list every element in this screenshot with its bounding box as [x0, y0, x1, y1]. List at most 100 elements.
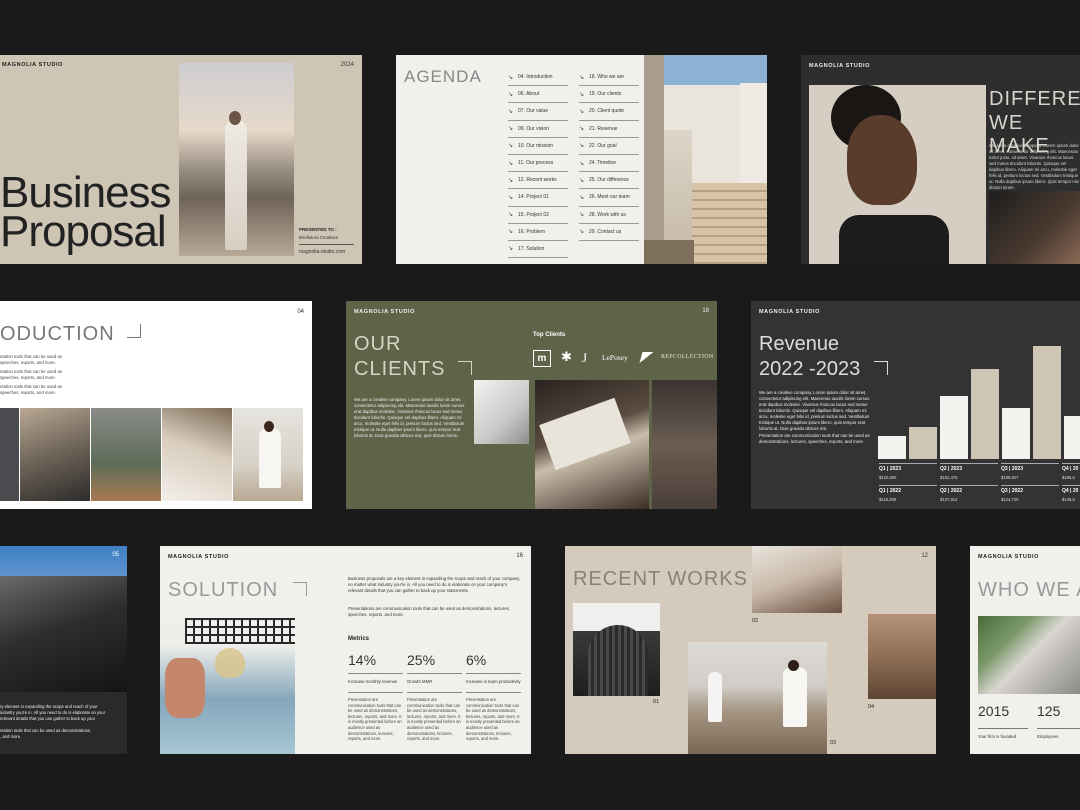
intro-text-3: ntation tools that can be used as speech…: [0, 384, 62, 395]
revenue-title-2: 2022 -2023: [759, 358, 888, 381]
slide-who-we-are[interactable]: MAGNOLIA STUDIO WHO WE A 2015 Your firm …: [970, 546, 1080, 754]
quarter-value: $120,892: [879, 475, 897, 480]
agenda-item-label: 17. Solution: [518, 245, 545, 252]
arrow-icon: [458, 361, 473, 375]
photo-couple-embrace: [752, 546, 842, 613]
quarter-label: Q2 | 2023: [940, 466, 962, 472]
agenda-item[interactable]: ↘ 16. Problem: [508, 224, 568, 241]
agenda-item[interactable]: ↘ 22. Our goal: [579, 138, 639, 155]
arrow-down-right-icon: ↘: [508, 108, 514, 115]
agenda-item[interactable]: ↘ 06. About: [508, 86, 568, 104]
agenda-item[interactable]: ↘ 28. Work with us: [579, 207, 639, 224]
client-logo-star: ✱: [561, 349, 572, 364]
revenue-bar: [940, 396, 968, 459]
agenda-item[interactable]: ↘ 26. Meet our team: [579, 189, 639, 207]
agenda-item[interactable]: ↘ 10. Our mission: [508, 138, 568, 155]
brand-logo: MAGNOLIA STUDIO: [809, 63, 871, 69]
metric-description: Presentation are communication tools tha…: [407, 697, 461, 742]
clients-title-1: OUR: [354, 333, 402, 355]
agenda-item[interactable]: ↘ 04. Introduction: [508, 69, 568, 87]
slide-recent-works[interactable]: RECENT WORKS 12 01 02 Lorem ipsum dolor …: [565, 546, 936, 754]
metric-column: 25% Growth MMR Presentation are communicat…: [407, 652, 462, 742]
metric-column: 6% Increase in team productivity Presentat…: [466, 652, 521, 742]
arrow-icon: [292, 582, 307, 596]
arrow-down-right-icon: ↘: [508, 229, 514, 236]
metric-description: Presentation are communication tools tha…: [466, 697, 520, 742]
who-we-are-title: WHO WE A: [978, 579, 1080, 601]
agenda-item[interactable]: ↘ 17. Solution: [508, 241, 568, 259]
revenue-2023-row: Q1 | 2023 $120,892 Q2 | 2023 $162,476 Q3 | 2…: [879, 463, 1080, 483]
client-logo-repcollection: REPCOLLECTION: [661, 354, 714, 360]
agenda-item[interactable]: ↘ 25. Our difference: [579, 172, 639, 190]
revenue-quarter: Q3 | 2023 $188,927: [1001, 463, 1059, 480]
slide-business-proposal[interactable]: MAGNOLIA STUDIO 2024 Business Proposal P…: [0, 55, 362, 264]
clients-title-2-text: CLIENTS: [354, 358, 446, 380]
agenda-item[interactable]: ↘ 07. Our value: [508, 103, 568, 121]
metric-label: Growth MMR: [407, 679, 462, 693]
metric-value: 25%: [407, 652, 462, 674]
photo-bride-beach: [179, 63, 294, 256]
revenue-bar: [1033, 346, 1061, 459]
agenda-item[interactable]: ↘ 09. Our vision: [508, 121, 568, 138]
stat-employees: 125: [1037, 703, 1061, 719]
photo-woman-profile: [809, 85, 986, 264]
quarter-value: $185,6: [1062, 475, 1075, 480]
revenue-quarter: Q1 | 2023 $120,892: [879, 463, 937, 480]
slide-agenda[interactable]: AGENDA ↘ 04. Introduction ↘ 06. About ↘ 07. O…: [396, 55, 767, 264]
agenda-item-label: 19. Our clients: [589, 91, 622, 98]
photo-hand-detail: [989, 191, 1080, 264]
stat-founded-label: Your firm is founded: [978, 734, 1017, 739]
agenda-item[interactable]: ↘ 11. Our process: [508, 155, 568, 173]
difference-text: We are a creative company. Lorem ipsum d…: [989, 143, 1079, 190]
slide-our-clients[interactable]: MAGNOLIA STUDIO 18 OUR CLIENTS We are a …: [346, 301, 717, 509]
arrow-down-right-icon: ↘: [579, 229, 585, 236]
revenue-title-2-text: 2022 -2023: [759, 358, 861, 380]
slide-solution[interactable]: MAGNOLIA STUDIO 16 SOLUTION Business pro…: [160, 546, 531, 754]
brand-logo: MAGNOLIA STUDIO: [2, 62, 64, 68]
page-number: 16: [516, 553, 523, 559]
agenda-item[interactable]: ↘ 18. Who we are: [579, 69, 639, 87]
quarter-value: $124,720: [1001, 497, 1019, 502]
slide-introduction[interactable]: ODUCTION 04 ntation tools that can be us…: [0, 301, 312, 509]
brand-logo: MAGNOLIA STUDIO: [978, 554, 1040, 560]
agenda-item[interactable]: ↘ 12. Recent works: [508, 172, 568, 190]
quarter-label: Q4 | 20: [1062, 488, 1079, 494]
agenda-item[interactable]: ↘ 14. Project 01: [508, 189, 568, 207]
slide-revenue[interactable]: MAGNOLIA STUDIO Revenue 2022 -2023 We ar…: [751, 301, 1080, 509]
slide-architecture[interactable]: 05 ry element in expanding the scope and…: [0, 546, 127, 754]
revenue-bar-chart: [878, 326, 1080, 459]
client-logo-leposey: LePosey: [602, 353, 628, 362]
agenda-item-label: 24. Timeline: [589, 160, 616, 167]
agenda-item-label: 21. Revenue: [589, 125, 618, 132]
photo-groom-seated: [233, 408, 303, 501]
client-logo-j: J: [582, 350, 588, 365]
intro-text-2: ntation tools that can be used as speech…: [0, 369, 62, 380]
photo-flower-hand: [474, 380, 529, 444]
arrow-down-right-icon: ↘: [579, 177, 585, 184]
agenda-item[interactable]: ↘ 19. Our clients: [579, 86, 639, 104]
architecture-text-1: ry element in expanding the scope and re…: [0, 704, 106, 721]
agenda-item-label: 09. Our vision: [518, 125, 549, 132]
solution-title: SOLUTION: [168, 579, 307, 602]
agenda-item[interactable]: ↘ 15. Project 02: [508, 207, 568, 224]
slide-difference[interactable]: MAGNOLIA STUDIO DIFFEREN WE MAKE We are …: [801, 55, 1080, 264]
photo-building: [573, 603, 660, 696]
revenue-2022-row: Q1 | 2022 $118,280 Q2 | 2022 $137,914 Q3 | 2…: [879, 485, 1080, 505]
agenda-item[interactable]: ↘ 21. Revenue: [579, 121, 639, 138]
arrow-down-right-icon: ↘: [508, 160, 514, 167]
website-url[interactable]: magnolia-studio.com: [299, 249, 345, 255]
metrics-grid: 14% Increase monthly revenue Presentation …: [348, 652, 528, 752]
stat-founded: 2015: [978, 703, 1010, 719]
photo-hands-rings: [91, 408, 161, 501]
agenda-item[interactable]: ↘ 24. Timeline: [579, 155, 639, 173]
arrow-down-right-icon: ↘: [579, 126, 585, 133]
agenda-item[interactable]: ↘ 29. Contact us: [579, 224, 639, 241]
solution-intro: Business proposals are a key element in …: [348, 576, 521, 593]
revenue-quarter: Q3 | 2022 $124,720: [1001, 485, 1059, 502]
quarter-value: $188,927: [1001, 475, 1019, 480]
client-logo-arrow-icon: [639, 352, 654, 363]
arrow-down-right-icon: ↘: [579, 160, 585, 167]
agenda-item[interactable]: ↘ 20. Client quote: [579, 103, 639, 121]
recent-works-title-text: RECENT WORKS: [573, 568, 748, 590]
agenda-list-left: ↘ 04. Introduction ↘ 06. About ↘ 07. Our valu…: [508, 69, 568, 259]
